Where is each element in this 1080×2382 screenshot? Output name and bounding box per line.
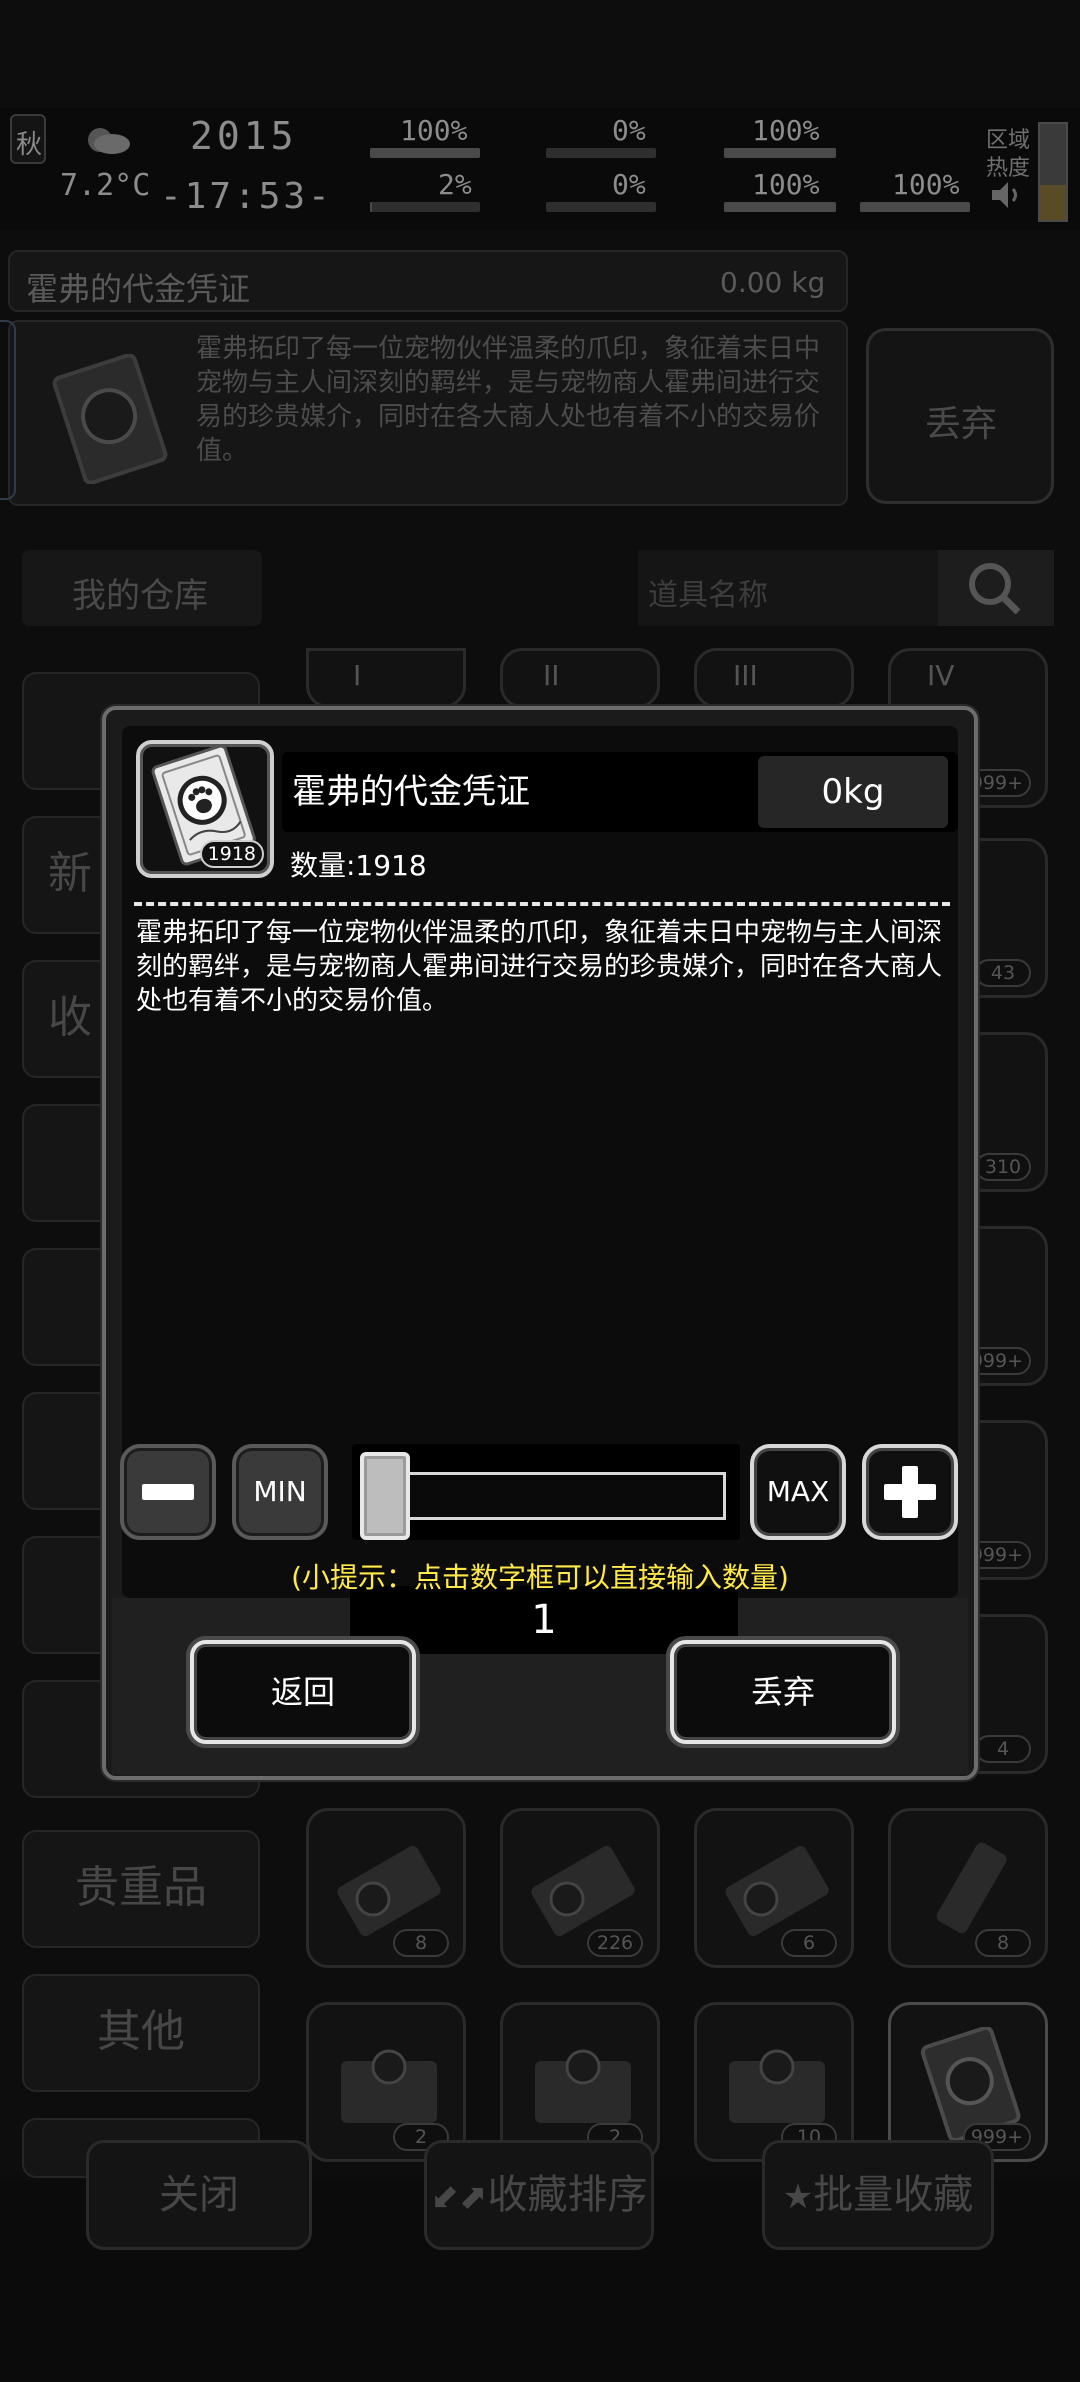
- bleed-bar: [370, 202, 480, 212]
- minus-icon: [142, 1484, 194, 1500]
- thirst-bar: [724, 148, 836, 158]
- side-category-fav-label: 收: [48, 992, 92, 1043]
- side-category-valuables-label: 贵重品: [75, 1862, 207, 1913]
- time-label: -17:53-: [160, 176, 333, 217]
- min-button[interactable]: MIN: [232, 1444, 328, 1540]
- item-title-bar: 霍弗的代金凭证 0kg: [282, 752, 958, 832]
- batch-fav-button: ★批量收藏: [762, 2140, 994, 2250]
- bg-item-title-bar: 霍弗的代金凭证 0.00 kg: [8, 250, 848, 312]
- volume-icon: [990, 180, 1024, 210]
- close-button-label: 关闭: [159, 2172, 239, 2218]
- stat-mood: 100%: [752, 168, 820, 201]
- discard-button-label: 丢弃: [750, 1673, 815, 1711]
- tier-2-label: II: [543, 659, 560, 692]
- tier-slot-1: I: [306, 648, 466, 708]
- tier-3-label: III: [733, 659, 758, 692]
- dashed-divider: [134, 902, 950, 906]
- tab-my-warehouse: 我的仓库: [22, 550, 262, 626]
- slot-ticket-3: 6: [694, 1808, 854, 1968]
- slot-battery: 8: [888, 1808, 1048, 1968]
- input-hint: (小提示：点击数字框可以直接输入数量): [291, 1561, 789, 1594]
- item-quantity: 数量:1918: [290, 849, 427, 882]
- stat-stamina: 100%: [892, 168, 960, 201]
- slot-ticket-1: 8: [306, 1808, 466, 1968]
- discard-dialog: 1918 霍弗的代金凭证 0kg 数量:1918 霍弗拓印了每一位宠物伙伴温柔的…: [102, 706, 978, 1780]
- side-category-other-label: 其他: [97, 2006, 185, 2057]
- slot-count-badge: 4: [975, 1735, 1031, 1763]
- bg-item-weight: 0.00 kg: [720, 266, 826, 299]
- slot-count-badge: 43: [975, 959, 1031, 987]
- hunger-bar: [546, 148, 656, 158]
- max-button-label: MAX: [766, 1475, 830, 1508]
- slot-crate-3: 10: [694, 2002, 854, 2162]
- tier-1-label: I: [353, 659, 362, 692]
- tab-my-warehouse-label: 我的仓库: [72, 576, 208, 616]
- batch-fav-button-label: 批量收藏: [813, 2172, 974, 2218]
- item-weight: 0kg: [758, 756, 948, 828]
- close-button: 关闭: [86, 2140, 312, 2250]
- back-button[interactable]: 返回: [190, 1640, 416, 1744]
- min-button-label: MIN: [253, 1475, 307, 1508]
- slot-crate-2: 2: [500, 2002, 660, 2162]
- search-icon: [938, 550, 1054, 626]
- stat-bleed: 2%: [438, 168, 472, 201]
- tier-slot-3: III: [694, 648, 854, 708]
- bg-voucher-icon: [40, 353, 180, 485]
- bg-item-title: 霍弗的代金凭证: [26, 270, 251, 308]
- tier-slot-2: II: [500, 648, 660, 708]
- hud-bar: 秋 2015 7.2°C -17:53- 100% 0% 100% 2% 0% …: [0, 108, 1080, 230]
- tier-4-label: IV: [927, 659, 955, 692]
- back-button-label: 返回: [270, 1673, 335, 1711]
- slot-voucher-selected: 999+: [888, 2002, 1048, 2162]
- item-count-badge: 1918: [199, 840, 264, 868]
- plus-icon: [884, 1466, 936, 1518]
- bg-discard-label: 丢弃: [925, 404, 998, 445]
- weather-icon: [78, 118, 134, 158]
- stat-hunger: 0%: [612, 114, 646, 147]
- side-category-valuables: 贵重品: [22, 1830, 260, 1948]
- left-edge-tab: [0, 320, 16, 500]
- discard-button[interactable]: 丢弃: [670, 1640, 896, 1744]
- year-label: 2015: [190, 114, 298, 158]
- sort-arrows-icon: ⬋⬈: [430, 2177, 488, 2217]
- slot-count-badge: 8: [975, 1929, 1031, 1957]
- star-icon: ★: [782, 2177, 814, 2217]
- item-name: 霍弗的代金凭证: [292, 772, 530, 812]
- bg-search-placeholder: 道具名称: [648, 578, 768, 613]
- max-button[interactable]: MAX: [750, 1444, 846, 1540]
- bg-discard-button: 丢弃: [866, 328, 1054, 504]
- bg-item-description-panel: 霍弗拓印了每一位宠物伙伴温柔的爪印，象征着末日中宠物与主人间深刻的羁绊，是与宠物…: [8, 320, 848, 506]
- stat-thirst: 100%: [752, 114, 820, 147]
- health-bar: [370, 148, 480, 158]
- stat-infection: 0%: [612, 168, 646, 201]
- stamina-bar: [860, 202, 970, 212]
- fav-sort-button-label: 收藏排序: [487, 2172, 648, 2218]
- season-box: 秋: [10, 114, 46, 164]
- slot-count-badge: 226: [587, 1929, 643, 1957]
- slot-count-badge: 310: [975, 1153, 1031, 1181]
- region-label-2: 热度: [986, 156, 1031, 181]
- side-category-other: 其他: [22, 1974, 260, 2092]
- season-label: 秋: [16, 130, 43, 160]
- quantity-slider[interactable]: [352, 1444, 740, 1540]
- bg-search-field: 道具名称: [638, 550, 938, 626]
- slot-count-badge: 8: [393, 1929, 449, 1957]
- fav-sort-button: ⬋⬈收藏排序: [424, 2140, 654, 2250]
- increase-button[interactable]: [862, 1444, 958, 1540]
- stat-health: 100%: [400, 114, 468, 147]
- slot-ticket-2: 226: [500, 1808, 660, 1968]
- mood-bar: [724, 202, 836, 212]
- decrease-button[interactable]: [120, 1444, 216, 1540]
- slot-count-badge: 6: [781, 1929, 837, 1957]
- item-description: 霍弗拓印了每一位宠物伙伴温柔的爪印，象征着末日中宠物与主人间深刻的羁绊，是与宠物…: [136, 918, 943, 1016]
- bg-item-description: 霍弗拓印了每一位宠物伙伴温柔的爪印，象征着末日中宠物与主人间深刻的羁绊，是与宠物…: [196, 334, 821, 466]
- slot-crate-1: 2: [306, 2002, 466, 2162]
- item-icon-frame: 1918: [136, 740, 274, 878]
- slider-track: [364, 1472, 726, 1520]
- side-category-new-label: 新: [48, 848, 92, 899]
- infection-bar: [546, 202, 656, 212]
- slider-thumb[interactable]: [360, 1452, 410, 1540]
- heat-gauge: [1038, 122, 1068, 222]
- temperature-label: 7.2°C: [60, 168, 151, 203]
